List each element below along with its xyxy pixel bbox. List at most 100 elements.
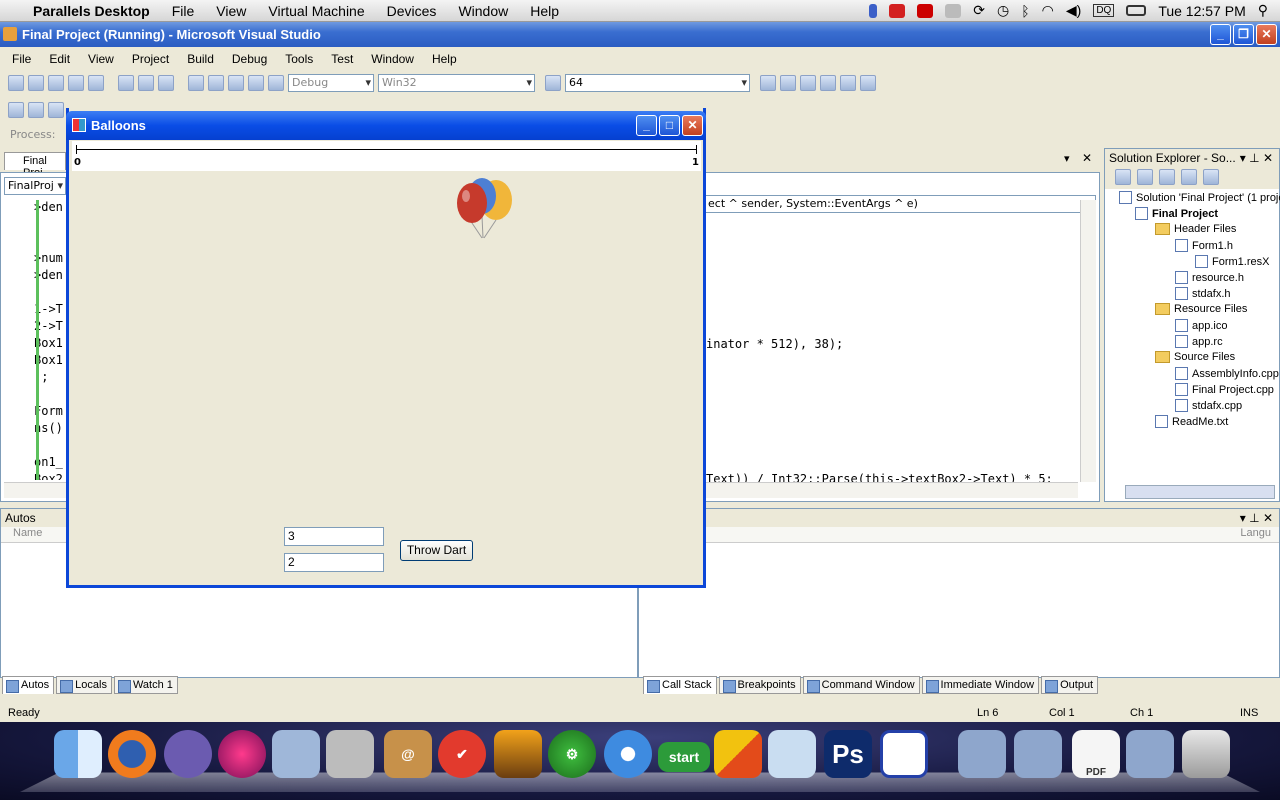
iphoto-cam-icon[interactable] [494, 730, 542, 778]
timemachine-icon[interactable]: ◷ [997, 2, 1009, 19]
vs-menu-help[interactable]: Help [420, 52, 463, 66]
minimize-button[interactable]: _ [1210, 24, 1231, 45]
pane-close-icon[interactable]: ▾ ⊥ ✕ [1240, 149, 1279, 167]
callstack-col-lang[interactable]: Langu [1240, 527, 1279, 542]
callstack-close-icon[interactable]: ▾ ⊥ ✕ [1240, 509, 1279, 527]
battery-icon[interactable] [869, 3, 878, 18]
new-project-icon[interactable] [8, 75, 24, 91]
menu-virtual-machine[interactable]: Virtual Machine [257, 3, 375, 19]
vs-menu-tools[interactable]: Tools [273, 52, 319, 66]
form-minimize-button[interactable]: _ [636, 115, 657, 136]
tree-item[interactable]: stdafx.h [1175, 287, 1231, 300]
tree-item[interactable]: ReadMe.txt [1155, 415, 1228, 428]
tree-item[interactable]: Source Files [1155, 351, 1235, 363]
config-combo[interactable]: Debug [288, 74, 374, 92]
photoshop-icon[interactable]: Ps [824, 730, 872, 778]
class-combo[interactable]: FinalProj [4, 177, 66, 195]
finder-icon[interactable] [54, 730, 102, 778]
address-book-icon[interactable]: @ [384, 730, 432, 778]
numerator-input[interactable]: 3 [284, 527, 384, 546]
tab-call-stack[interactable]: Call Stack [643, 676, 717, 694]
save-all-icon[interactable] [88, 75, 104, 91]
doc-close-icon[interactable]: ✕ [1082, 151, 1092, 165]
applications-folder-icon[interactable] [958, 730, 1006, 778]
tab-immediate-window[interactable]: Immediate Window [921, 676, 1040, 694]
object-browser-icon[interactable] [840, 75, 856, 91]
tree-item[interactable]: app.ico [1175, 319, 1227, 332]
continue-icon[interactable] [8, 102, 24, 118]
tree-item[interactable]: stdafx.cpp [1175, 399, 1242, 412]
tab-watch1[interactable]: Watch 1 [113, 676, 178, 694]
nav-forward-icon[interactable] [248, 75, 264, 91]
tree-item[interactable]: app.rc [1175, 335, 1223, 348]
menu-file[interactable]: File [161, 3, 206, 19]
menu-devices[interactable]: Devices [376, 3, 448, 19]
form-close-button[interactable]: ✕ [682, 115, 703, 136]
bluetooth-icon[interactable]: ᛒ [1021, 3, 1029, 19]
find-combo[interactable]: 64 [565, 74, 750, 92]
se-view-code-icon[interactable] [1181, 169, 1197, 185]
start-icon[interactable]: start [658, 742, 710, 772]
doc-tab[interactable]: Final Proj [4, 152, 66, 179]
tree-item[interactable]: Form1.h [1175, 239, 1233, 252]
se-show-all-icon[interactable] [1137, 169, 1153, 185]
form-maximize-button[interactable]: □ [659, 115, 680, 136]
tree-item[interactable]: Final Project.cpp [1175, 383, 1274, 396]
tools-icon[interactable] [820, 75, 836, 91]
platform-combo[interactable]: Win32 [378, 74, 535, 92]
solution-explorer-icon[interactable] [760, 75, 776, 91]
sync-icon[interactable]: ⟳ [973, 2, 985, 19]
toolbox-icon[interactable] [800, 75, 816, 91]
save-icon[interactable] [68, 75, 84, 91]
vs-menu-view[interactable]: View [76, 52, 120, 66]
dq-icon[interactable]: DQ [1093, 4, 1115, 17]
quill-icon[interactable] [164, 730, 212, 778]
parallels-icon[interactable] [917, 3, 934, 18]
open-icon[interactable] [48, 75, 64, 91]
volume-icon[interactable]: ◀) [1066, 2, 1081, 19]
acrobat-icon[interactable] [889, 3, 906, 18]
grid-icon[interactable] [945, 3, 962, 18]
vs-menu-build[interactable]: Build [175, 52, 220, 66]
se-class-diagram-icon[interactable] [1203, 169, 1219, 185]
properties-icon[interactable] [780, 75, 796, 91]
vs-menu-test[interactable]: Test [319, 52, 359, 66]
paste-icon[interactable] [158, 75, 174, 91]
denominator-input[interactable]: 2 [284, 553, 384, 572]
itunes-icon[interactable]: ♫ [604, 730, 652, 778]
start-icon[interactable] [268, 75, 284, 91]
find-icon[interactable] [545, 75, 561, 91]
tab-command-window[interactable]: Command Window [802, 676, 920, 694]
boot-icon[interactable] [326, 730, 374, 778]
nav-back-icon[interactable] [228, 75, 244, 91]
stop-icon[interactable] [48, 102, 64, 118]
gear-icon[interactable]: ⚙ [548, 730, 596, 778]
add-item-icon[interactable] [28, 75, 44, 91]
undo-icon[interactable] [188, 75, 204, 91]
vs-menu-debug[interactable]: Debug [220, 52, 273, 66]
pdf-icon[interactable]: PDF [1072, 730, 1120, 778]
throw-dart-button[interactable]: Throw Dart [400, 540, 473, 561]
close-button[interactable]: ✕ [1256, 24, 1277, 45]
cut-icon[interactable] [118, 75, 134, 91]
se-refresh-icon[interactable] [1159, 169, 1175, 185]
tree-item[interactable]: Solution 'Final Project' (1 proje [1119, 191, 1280, 204]
maximize-button[interactable]: ❐ [1233, 24, 1254, 45]
pause-icon[interactable] [28, 102, 44, 118]
tree-item[interactable]: Form1.resX [1195, 255, 1269, 268]
tab-breakpoints[interactable]: Breakpoints [718, 676, 801, 694]
tab-locals[interactable]: Locals [56, 676, 112, 694]
wifi-icon[interactable]: ◠ [1042, 2, 1054, 19]
tab-autos[interactable]: Autos [2, 676, 55, 694]
menu-window[interactable]: Window [447, 3, 519, 19]
vs-menu-window[interactable]: Window [359, 52, 420, 66]
battery-meter-icon[interactable] [1126, 5, 1147, 16]
autos-col-name[interactable]: Name [13, 527, 42, 542]
tree-item[interactable]: Header Files [1155, 223, 1236, 235]
trash-icon[interactable] [1182, 730, 1230, 778]
app-menu[interactable]: Parallels Desktop [22, 3, 161, 19]
vs-menu-project[interactable]: Project [120, 52, 175, 66]
window-icon[interactable] [860, 75, 876, 91]
menu-help[interactable]: Help [519, 3, 570, 19]
vs-menu-file[interactable]: File [0, 52, 37, 66]
